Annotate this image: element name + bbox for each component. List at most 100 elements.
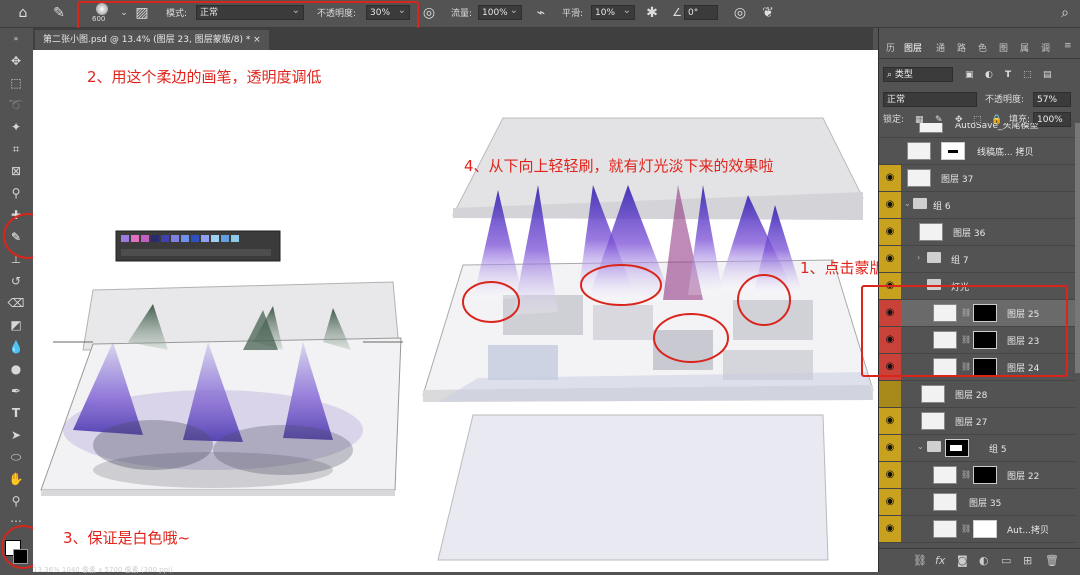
blend-mode-select[interactable]: 正常 [883,92,977,107]
frame-tool-icon[interactable]: ⊠ [7,162,25,180]
layer-name: 图层 27 [955,418,988,428]
shape-tool-icon[interactable]: ⬭ [7,448,25,466]
hand-tool-icon[interactable]: ✋ [7,470,25,488]
layer-row[interactable]: ◉ 图层 37 [879,165,1075,192]
symmetry-icon[interactable]: ❦ [759,4,777,22]
zoom-tool-icon[interactable]: ⚲ [7,492,25,510]
visibility-eye-icon[interactable]: ◉ [879,219,901,245]
document-canvas[interactable]: 2、用这个柔边的画笔，透明度调低 4、从下向上轻轻刷，就有灯光淡下来的效果啦 3… [33,50,878,572]
gear-icon[interactable]: ✱ [643,4,661,22]
link-layers-icon[interactable]: ⛓ [913,554,927,567]
dodge-tool-icon[interactable]: ● [7,360,25,378]
visibility-eye-icon[interactable]: ◉ [879,516,901,542]
lasso-tool-icon[interactable]: ➰ [7,96,25,114]
filter-shape-icon[interactable]: ⬚ [1023,67,1032,83]
layer-name: 图层 37 [941,175,974,185]
visibility-eye-icon[interactable]: ◉ [879,489,901,515]
layer-row[interactable]: 线稿底... 拷贝 [879,138,1075,165]
chain-link-icon[interactable]: ⛓ [961,524,971,533]
home-icon[interactable]: ⌂ [14,4,32,22]
visibility-eye-icon[interactable]: ◉ [879,408,901,434]
chain-link-icon[interactable]: ⛓ [961,470,971,479]
filter-smart-icon[interactable]: ▤ [1043,67,1052,83]
visibility-eye-icon[interactable]: ◉ [879,165,901,191]
layer-thumbnail [933,493,957,511]
visibility-eye-icon[interactable]: ◉ [879,462,901,488]
blur-tool-icon[interactable]: 💧 [7,338,25,356]
chevron-down-icon[interactable]: ⌄ [904,199,911,208]
layer-thumbnail [919,123,943,133]
visibility-eye-icon[interactable]: ◉ [879,192,901,218]
search-icon[interactable]: ⌕ [1056,4,1074,22]
layer-row[interactable]: ◉ 图层 27 [879,408,1075,435]
tab-properties[interactable]: 属 [1020,41,1029,54]
layer-row[interactable]: ◉ ⛓ Aut...拷贝 [879,516,1075,543]
layers-panel-footer: ⛓ fx ◙ ◐ ▭ ⊞ 🗑 [879,548,1080,573]
document-tab[interactable]: 第二张小图.psd @ 13.4% (图层 23, 图层蒙版/8) * × [35,30,269,50]
adjustment-layer-icon[interactable]: ◐ [979,554,989,567]
pressure-opacity-icon[interactable]: ◎ [420,4,438,22]
chevron-down-icon[interactable]: ⌄ [917,442,924,451]
path-select-icon[interactable]: ➤ [7,426,25,444]
layer-row[interactable]: AutoSave_头尾模型 [879,123,1075,138]
new-group-icon[interactable]: ▭ [1001,554,1011,567]
masks-highlight-box [861,285,1068,377]
brush-tool-icon[interactable]: ✎ [50,4,68,22]
smoothing-field[interactable]: 10% [591,3,635,20]
add-mask-icon[interactable]: ◙ [957,554,968,567]
pen-tool-icon[interactable]: ✒ [7,382,25,400]
layer-mask-thumbnail[interactable] [973,520,997,538]
layer-row[interactable]: ◉ 图层 35 [879,489,1075,516]
layer-group-row[interactable]: ◉ ⌄ 组 5 [879,435,1075,462]
annotation-step-2: 2、用这个柔边的画笔，透明度调低 [87,68,322,86]
eyedropper-icon[interactable]: ⚲ [7,184,25,202]
eraser-tool-icon[interactable]: ⌫ [7,294,25,312]
panel-menu-icon[interactable]: ≡ [1064,41,1072,51]
pressure-size-icon[interactable]: ◎ [731,4,749,22]
document-tab-bar: 第二张小图.psd @ 13.4% (图层 23, 图层蒙版/8) * × [33,28,873,50]
group-name: 组 6 [933,202,951,212]
visibility-eye-icon[interactable]: ◉ [879,381,901,407]
panel-opacity-field[interactable]: 57% [1033,92,1071,107]
tab-history[interactable]: 历 [886,41,895,54]
layer-filter-select[interactable]: ⌕ 类型 [883,67,953,82]
new-layer-icon[interactable]: ⊞ [1023,554,1032,567]
layer-row[interactable]: ◉ 图层 36 [879,219,1075,246]
layer-mask-thumbnail[interactable] [973,466,997,484]
airbrush-icon[interactable]: ⌁ [532,4,550,22]
type-tool-icon[interactable]: T [7,404,25,422]
crop-tool-icon[interactable]: ⌗ [7,140,25,158]
visibility-eye-icon[interactable]: ◉ [879,435,901,461]
tab-adjustments[interactable]: 调 [1041,41,1050,54]
trash-icon[interactable]: 🗑 [1045,554,1059,567]
tab-image[interactable]: 图 [999,41,1008,54]
expand-icon[interactable]: » [7,30,25,48]
group-mask-thumbnail[interactable] [945,439,969,457]
tab-channels[interactable]: 通 [936,41,945,54]
filter-adjustment-icon[interactable]: ◐ [985,67,993,83]
move-tool-icon[interactable]: ✥ [7,52,25,70]
angle-field[interactable]: 0° [684,5,718,20]
layer-group-row[interactable]: ◉ ⌄ 组 6 [879,192,1075,219]
marquee-tool-icon[interactable]: ⬚ [7,74,25,92]
layers-scrollbar[interactable] [1075,123,1080,373]
layer-row[interactable]: ◉ 图层 28 [879,381,1075,408]
layer-mask-thumbnail [941,142,965,160]
tab-layers[interactable]: 图层 [904,41,922,54]
tab-paths[interactable]: 路 [957,41,966,54]
magic-wand-icon[interactable]: ✦ [7,118,25,136]
history-brush-icon[interactable]: ↺ [7,272,25,290]
search-icon: ⌕ [887,70,895,80]
paint-bucket-icon[interactable]: ◩ [7,316,25,334]
chevron-right-icon[interactable]: › [917,253,920,262]
tools-panel: » ✥ ⬚ ➰ ✦ ⌗ ⊠ ⚲ ✚ ✎ ⊥ ↺ ⌫ ◩ 💧 ● ✒ T ➤ ⬭ … [0,28,34,572]
filter-pixel-icon[interactable]: ▣ [965,67,974,83]
filter-type-icon[interactable]: T [1005,67,1011,83]
annotation-step-1: 1、点击蒙版 [800,259,878,277]
tab-color[interactable]: 色 [978,41,987,54]
visibility-eye-icon[interactable]: ◉ [879,246,901,272]
layer-style-icon[interactable]: fx [935,554,945,567]
layer-group-row[interactable]: ◉ › 组 7 [879,246,1075,273]
layer-row[interactable]: ◉ ⛓ 图层 22 [879,462,1075,489]
flow-field[interactable]: 100% [478,3,522,20]
